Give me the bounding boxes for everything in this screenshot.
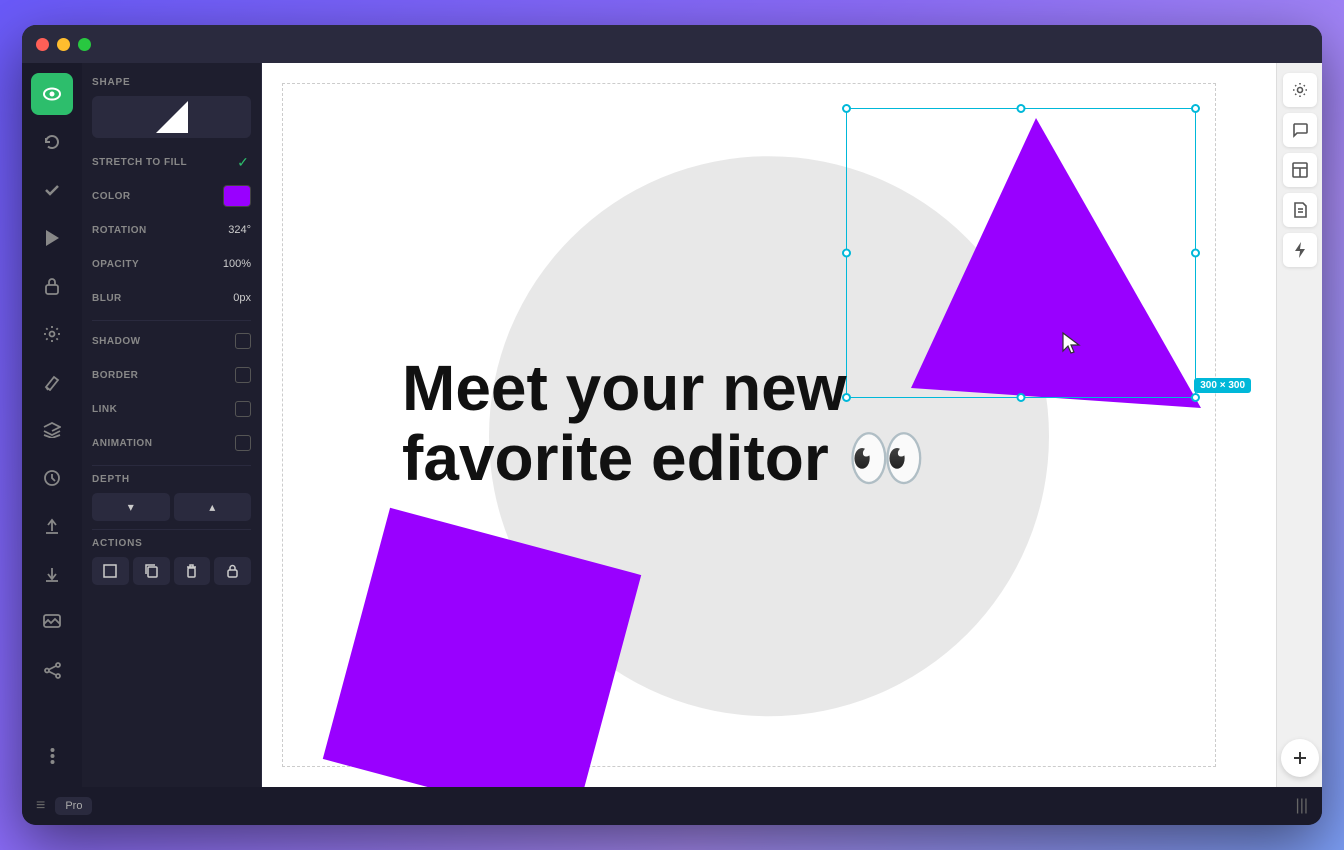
animation-checkbox[interactable] xyxy=(235,435,251,451)
app-window: SHAPE STRETCH TO FILL ✓ COLOR ROTATION 3… xyxy=(22,25,1322,825)
canvas-area[interactable]: Meet your new favorite editor 👀 xyxy=(262,63,1276,787)
divider-2 xyxy=(92,465,251,466)
upload-icon-btn[interactable] xyxy=(31,505,73,547)
app-body: SHAPE STRETCH TO FILL ✓ COLOR ROTATION 3… xyxy=(22,63,1322,787)
undo-icon-btn[interactable] xyxy=(31,121,73,163)
rt-add-btn[interactable] xyxy=(1281,739,1319,777)
divider-1 xyxy=(92,320,251,321)
animation-label: ANIMATION xyxy=(92,438,152,449)
blur-value[interactable]: 0px xyxy=(233,292,251,304)
rt-gear-btn[interactable] xyxy=(1283,73,1317,107)
play-icon-btn[interactable] xyxy=(31,217,73,259)
shape-preview[interactable] xyxy=(92,96,251,138)
action-lock-btn[interactable] xyxy=(214,557,251,585)
rotation-label: ROTATION xyxy=(92,225,147,236)
stretch-row: STRETCH TO FILL ✓ xyxy=(92,150,251,174)
rotation-row: ROTATION 324° xyxy=(92,218,251,242)
opacity-value[interactable]: 100% xyxy=(223,258,251,270)
animation-row: ANIMATION xyxy=(92,431,251,455)
close-dot[interactable] xyxy=(36,38,49,51)
depth-up-btn[interactable]: ▴ xyxy=(174,493,252,521)
divider-3 xyxy=(92,529,251,530)
rt-layout-btn[interactable] xyxy=(1283,153,1317,187)
actions-row xyxy=(92,557,251,585)
stretch-check[interactable]: ✓ xyxy=(235,154,251,170)
blur-row: BLUR 0px xyxy=(92,286,251,310)
blur-label: BLUR xyxy=(92,293,122,304)
clock-icon-btn[interactable] xyxy=(31,457,73,499)
icon-bar xyxy=(22,63,82,787)
pen-icon-btn[interactable] xyxy=(31,361,73,403)
depth-controls: ▾ ▴ xyxy=(92,493,251,521)
size-label: 300 × 300 xyxy=(1194,378,1251,393)
rt-comment-btn[interactable] xyxy=(1283,113,1317,147)
download-icon-btn[interactable] xyxy=(31,553,73,595)
more-icon-btn[interactable] xyxy=(31,735,73,777)
maximize-dot[interactable] xyxy=(78,38,91,51)
action-delete-btn[interactable] xyxy=(174,557,211,585)
eye-icon-btn[interactable] xyxy=(31,73,73,115)
bottom-pro-badge[interactable]: Pro xyxy=(55,797,92,815)
link-checkbox[interactable] xyxy=(235,401,251,417)
bottom-menu-icon[interactable]: ≡ xyxy=(36,797,45,815)
border-label: BORDER xyxy=(92,370,138,381)
share-icon-btn[interactable] xyxy=(31,649,73,691)
gallery-icon-btn[interactable] xyxy=(31,601,73,643)
handle-tl[interactable] xyxy=(842,104,851,113)
shape-section-title: SHAPE xyxy=(92,77,251,88)
stretch-label: STRETCH TO FILL xyxy=(92,157,187,168)
link-row: LINK xyxy=(92,397,251,421)
purple-triangle-selected[interactable]: 300 × 300 xyxy=(881,98,1221,438)
depth-down-btn[interactable]: ▾ xyxy=(92,493,170,521)
headline-line2: favorite editor 👀 xyxy=(402,422,926,494)
opacity-label: OPACITY xyxy=(92,259,139,270)
layers-icon-btn[interactable] xyxy=(31,409,73,451)
lock-icon-btn[interactable] xyxy=(31,265,73,307)
color-label: COLOR xyxy=(92,191,131,202)
check-icon-btn[interactable] xyxy=(31,169,73,211)
canvas-headline[interactable]: Meet your new favorite editor 👀 xyxy=(402,353,926,494)
shadow-label: SHADOW xyxy=(92,336,141,347)
right-toolbar xyxy=(1276,63,1322,787)
color-row: COLOR xyxy=(92,184,251,208)
border-row: BORDER xyxy=(92,363,251,387)
rt-book-btn[interactable] xyxy=(1283,193,1317,227)
rt-bolt-btn[interactable] xyxy=(1283,233,1317,267)
opacity-row: OPACITY 100% xyxy=(92,252,251,276)
headline-line1: Meet your new xyxy=(402,352,847,424)
border-checkbox[interactable] xyxy=(235,367,251,383)
bottom-bar: ≡ Pro ||| xyxy=(22,787,1322,825)
action-expand-btn[interactable] xyxy=(92,557,129,585)
shadow-checkbox[interactable] xyxy=(235,333,251,349)
properties-panel: SHAPE STRETCH TO FILL ✓ COLOR ROTATION 3… xyxy=(82,63,262,787)
triangle-svg xyxy=(881,98,1241,458)
color-swatch[interactable] xyxy=(223,185,251,207)
link-label: LINK xyxy=(92,404,117,415)
minimize-dot[interactable] xyxy=(57,38,70,51)
actions-section-title: ACTIONS xyxy=(92,538,251,549)
rotation-value[interactable]: 324° xyxy=(228,224,251,236)
canvas-content: Meet your new favorite editor 👀 xyxy=(262,63,1276,787)
depth-section-title: DEPTH xyxy=(92,474,251,485)
settings-icon-btn[interactable] xyxy=(31,313,73,355)
titlebar xyxy=(22,25,1322,63)
shadow-row: SHADOW xyxy=(92,329,251,353)
bottom-bars-icon[interactable]: ||| xyxy=(1296,797,1308,815)
action-copy-btn[interactable] xyxy=(133,557,170,585)
